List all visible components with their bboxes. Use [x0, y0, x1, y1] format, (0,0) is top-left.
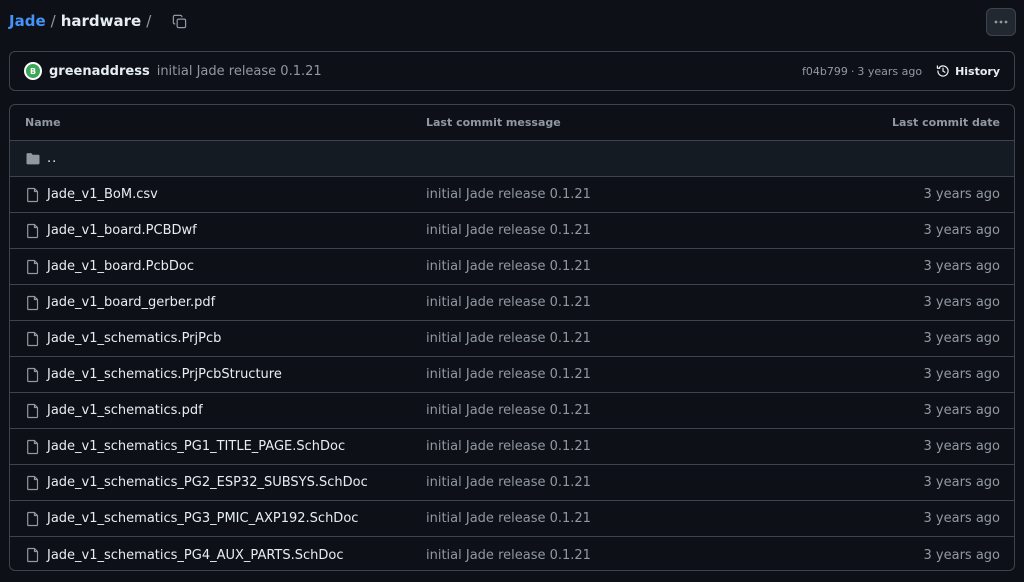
file-icon [27, 475, 39, 491]
avatar-badge: B [26, 64, 40, 78]
breadcrumb-current-folder: hardware [60, 12, 142, 30]
breadcrumb-separator: / [50, 12, 56, 30]
file-commit-message-link[interactable]: initial Jade release 0.1.21 [426, 331, 591, 346]
history-button[interactable]: History [936, 64, 1000, 78]
file-commit-message-link[interactable]: initial Jade release 0.1.21 [426, 475, 591, 490]
file-name-link[interactable]: Jade_v1_schematics.PrjPcbStructure [47, 367, 282, 382]
breadcrumb: Jade / hardware / [9, 10, 189, 32]
table-row[interactable]: Jade_v1_schematics.PrjPcbStructure initi… [10, 357, 1014, 393]
file-commit-date: 3 years ago [923, 439, 1000, 454]
file-icon [27, 331, 39, 347]
file-name-link[interactable]: Jade_v1_board.PCBDwf [47, 223, 197, 238]
commit-age: 3 years ago [857, 64, 923, 78]
file-commit-date: 3 years ago [923, 367, 1000, 382]
parent-directory-link[interactable]: .. [47, 151, 57, 166]
file-commit-date: 3 years ago [923, 259, 1000, 274]
file-commit-date: 3 years ago [923, 187, 1000, 202]
commit-meta-separator: · [850, 64, 855, 78]
table-row[interactable]: Jade_v1_BoM.csv initial Jade release 0.1… [10, 177, 1014, 213]
file-icon [27, 223, 39, 239]
file-commit-message-link[interactable]: initial Jade release 0.1.21 [426, 511, 591, 526]
file-icon [27, 511, 39, 527]
table-row[interactable]: Jade_v1_schematics_PG4_AUX_PARTS.SchDoc … [10, 537, 1014, 570]
file-commit-date: 3 years ago [923, 295, 1000, 310]
file-icon [27, 439, 39, 455]
file-commit-date: 3 years ago [923, 331, 1000, 346]
file-name-link[interactable]: Jade_v1_BoM.csv [47, 187, 158, 202]
file-icon [27, 403, 39, 419]
header-name: Name [25, 116, 61, 129]
file-commit-date: 3 years ago [923, 511, 1000, 526]
file-name-link[interactable]: Jade_v1_schematics_PG1_TITLE_PAGE.SchDoc [47, 439, 345, 454]
header-last-commit-date: Last commit date [892, 116, 1000, 129]
breadcrumb-trailing-separator: / [146, 12, 152, 30]
table-row[interactable]: Jade_v1_board.PcbDoc initial Jade releas… [10, 249, 1014, 285]
breadcrumb-repo-link[interactable]: Jade [9, 10, 46, 32]
file-commit-date: 3 years ago [923, 223, 1000, 238]
file-icon [27, 187, 39, 203]
file-commit-message-link[interactable]: initial Jade release 0.1.21 [426, 367, 591, 382]
file-name-link[interactable]: Jade_v1_board.PcbDoc [47, 259, 194, 274]
commit-message-link[interactable]: initial Jade release 0.1.21 [157, 64, 322, 79]
history-label: History [955, 64, 1000, 78]
header-last-commit-message: Last commit message [426, 116, 561, 129]
file-commit-date: 3 years ago [923, 475, 1000, 490]
commit-author-link[interactable]: greenaddress [49, 64, 150, 79]
file-table: Name Last commit message Last commit dat… [9, 104, 1015, 571]
avatar[interactable]: B [24, 62, 42, 80]
file-name-link[interactable]: Jade_v1_schematics.PrjPcb [47, 331, 221, 346]
commit-meta: f04b799 · 3 years ago History [802, 52, 1000, 90]
table-row[interactable]: Jade_v1_schematics.PrjPcb initial Jade r… [10, 321, 1014, 357]
file-commit-message-link[interactable]: initial Jade release 0.1.21 [426, 259, 591, 274]
file-icon [27, 367, 39, 383]
parent-directory-row[interactable]: .. [10, 141, 1014, 177]
copy-icon [172, 14, 186, 28]
file-commit-message-link[interactable]: initial Jade release 0.1.21 [426, 295, 591, 310]
file-name-link[interactable]: Jade_v1_schematics_PG2_ESP32_SUBSYS.SchD… [47, 475, 368, 490]
file-rows: Jade_v1_BoM.csv initial Jade release 0.1… [10, 177, 1014, 570]
more-options-button[interactable] [986, 8, 1016, 36]
table-row[interactable]: Jade_v1_board.PCBDwf initial Jade releas… [10, 213, 1014, 249]
table-row[interactable]: Jade_v1_board_gerber.pdf initial Jade re… [10, 285, 1014, 321]
breadcrumb-bar: Jade / hardware / [0, 0, 1024, 42]
file-commit-message-link[interactable]: initial Jade release 0.1.21 [426, 548, 591, 563]
file-commit-message-link[interactable]: initial Jade release 0.1.21 [426, 187, 591, 202]
commit-sha-link[interactable]: f04b799 [802, 65, 848, 78]
table-header: Name Last commit message Last commit dat… [10, 105, 1014, 141]
table-row[interactable]: Jade_v1_schematics_PG3_PMIC_AXP192.SchDo… [10, 501, 1014, 537]
latest-commit-box: B greenaddress initial Jade release 0.1.… [9, 51, 1015, 91]
history-icon [936, 65, 949, 77]
file-name-link[interactable]: Jade_v1_board_gerber.pdf [47, 295, 215, 310]
file-commit-message-link[interactable]: initial Jade release 0.1.21 [426, 403, 591, 418]
file-commit-message-link[interactable]: initial Jade release 0.1.21 [426, 439, 591, 454]
repo-file-browser: Jade / hardware / B greenaddress initial [0, 0, 1024, 582]
file-commit-date: 3 years ago [923, 403, 1000, 418]
copy-path-button[interactable] [169, 11, 189, 31]
file-icon [27, 295, 39, 311]
kebab-horizontal-icon [994, 20, 1008, 24]
table-row[interactable]: Jade_v1_schematics.pdf initial Jade rele… [10, 393, 1014, 429]
file-name-link[interactable]: Jade_v1_schematics_PG3_PMIC_AXP192.SchDo… [47, 511, 358, 526]
folder-icon [26, 153, 40, 165]
file-commit-message-link[interactable]: initial Jade release 0.1.21 [426, 223, 591, 238]
file-icon [27, 547, 39, 563]
file-name-link[interactable]: Jade_v1_schematics_PG4_AUX_PARTS.SchDoc [47, 548, 344, 563]
file-name-link[interactable]: Jade_v1_schematics.pdf [47, 403, 203, 418]
file-icon [27, 259, 39, 275]
table-row[interactable]: Jade_v1_schematics_PG2_ESP32_SUBSYS.SchD… [10, 465, 1014, 501]
table-row[interactable]: Jade_v1_schematics_PG1_TITLE_PAGE.SchDoc… [10, 429, 1014, 465]
file-commit-date: 3 years ago [923, 547, 1000, 563]
